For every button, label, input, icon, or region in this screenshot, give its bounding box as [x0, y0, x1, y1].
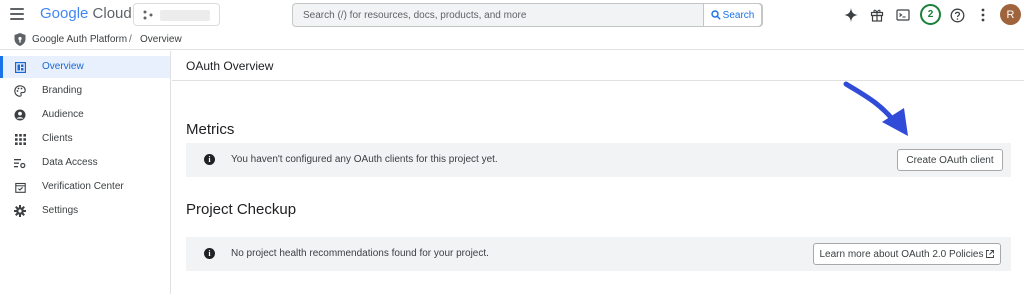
- external-link-icon: [986, 250, 995, 258]
- breadcrumb: Google Auth Platform / Overview: [0, 30, 1024, 50]
- project-name-redacted: [160, 10, 210, 21]
- gift-icon[interactable]: [868, 6, 886, 24]
- project-checkup-section-title: Project Checkup: [186, 201, 297, 218]
- sidebar-item-label: Data Access: [42, 157, 98, 168]
- sidebar-item-label: Overview: [42, 61, 84, 72]
- sidebar-item-overview[interactable]: Overview: [0, 56, 170, 78]
- page-title: OAuth Overview: [186, 59, 274, 73]
- person-circle-icon: [14, 109, 26, 121]
- gear-icon: [14, 205, 26, 217]
- checkup-message: No project health recommendations found …: [231, 248, 489, 259]
- page-header: OAuth Overview: [172, 51, 1024, 81]
- breadcrumb-current: Overview: [140, 34, 182, 45]
- main-menu-icon[interactable]: [10, 8, 24, 20]
- search-button-label: Search: [722, 9, 755, 21]
- metrics-message: You haven't configured any OAuth clients…: [231, 154, 498, 165]
- sidebar-item-data-access[interactable]: Data Access: [0, 152, 170, 174]
- annotation-arrow: [843, 81, 908, 136]
- search-button[interactable]: Search: [703, 3, 762, 27]
- search-bar: Search: [292, 3, 763, 27]
- sidebar-item-settings[interactable]: Settings: [0, 200, 170, 222]
- more-vert-icon[interactable]: [974, 6, 992, 24]
- google-cloud-logo[interactable]: Google Cloud: [40, 5, 132, 22]
- cloud-shell-terminal-icon[interactable]: [894, 6, 912, 24]
- sidebar-item-label: Audience: [42, 109, 84, 120]
- verified-calendar-icon: [14, 181, 26, 193]
- sidebar-item-label: Clients: [42, 133, 73, 144]
- apps-grid-icon: [14, 133, 26, 145]
- metrics-notice: i You haven't configured any OAuth clien…: [186, 143, 1011, 177]
- info-icon: i: [204, 154, 215, 165]
- learn-more-oauth-policies-button[interactable]: Learn more about OAuth 2.0 Policies: [813, 243, 1001, 265]
- sidebar-item-label: Verification Center: [42, 181, 124, 192]
- sidebar-item-branding[interactable]: Branding: [0, 80, 170, 102]
- dashboard-icon: [14, 61, 26, 73]
- top-bar: Google Cloud Search 2 R: [0, 0, 1024, 30]
- palette-icon: [14, 85, 26, 97]
- sidebar-item-label: Branding: [42, 85, 83, 96]
- learn-more-label: Learn more about OAuth 2.0 Policies: [819, 248, 984, 260]
- breadcrumb-product[interactable]: Google Auth Platform: [32, 34, 127, 45]
- search-icon: [710, 10, 721, 20]
- sidebar-item-label: Settings: [42, 205, 79, 216]
- info-icon: i: [204, 248, 215, 259]
- metrics-section-title: Metrics: [186, 121, 235, 138]
- gemini-spark-icon[interactable]: [842, 6, 860, 24]
- sidebar-item-clients[interactable]: Clients: [0, 128, 170, 150]
- logo-google-text: Google: [40, 5, 89, 22]
- shield-icon: [14, 33, 26, 46]
- sidebar: Overview Branding Audience Clients Data …: [0, 51, 171, 294]
- create-oauth-client-button[interactable]: Create OAuth client: [897, 149, 1003, 171]
- breadcrumb-separator: /: [129, 34, 132, 45]
- sidebar-item-verification-center[interactable]: Verification Center: [0, 176, 170, 198]
- sidebar-item-audience[interactable]: Audience: [0, 104, 170, 126]
- checkup-notice: i No project health recommendations foun…: [186, 237, 1011, 271]
- avatar[interactable]: R: [1000, 4, 1021, 25]
- search-input[interactable]: [303, 7, 698, 23]
- notifications-badge[interactable]: 2: [920, 4, 941, 25]
- data-access-icon: [14, 157, 26, 169]
- project-picker[interactable]: [133, 3, 220, 26]
- logo-cloud-text: Cloud: [92, 5, 132, 22]
- help-icon[interactable]: [948, 6, 966, 24]
- project-icon: [143, 10, 153, 20]
